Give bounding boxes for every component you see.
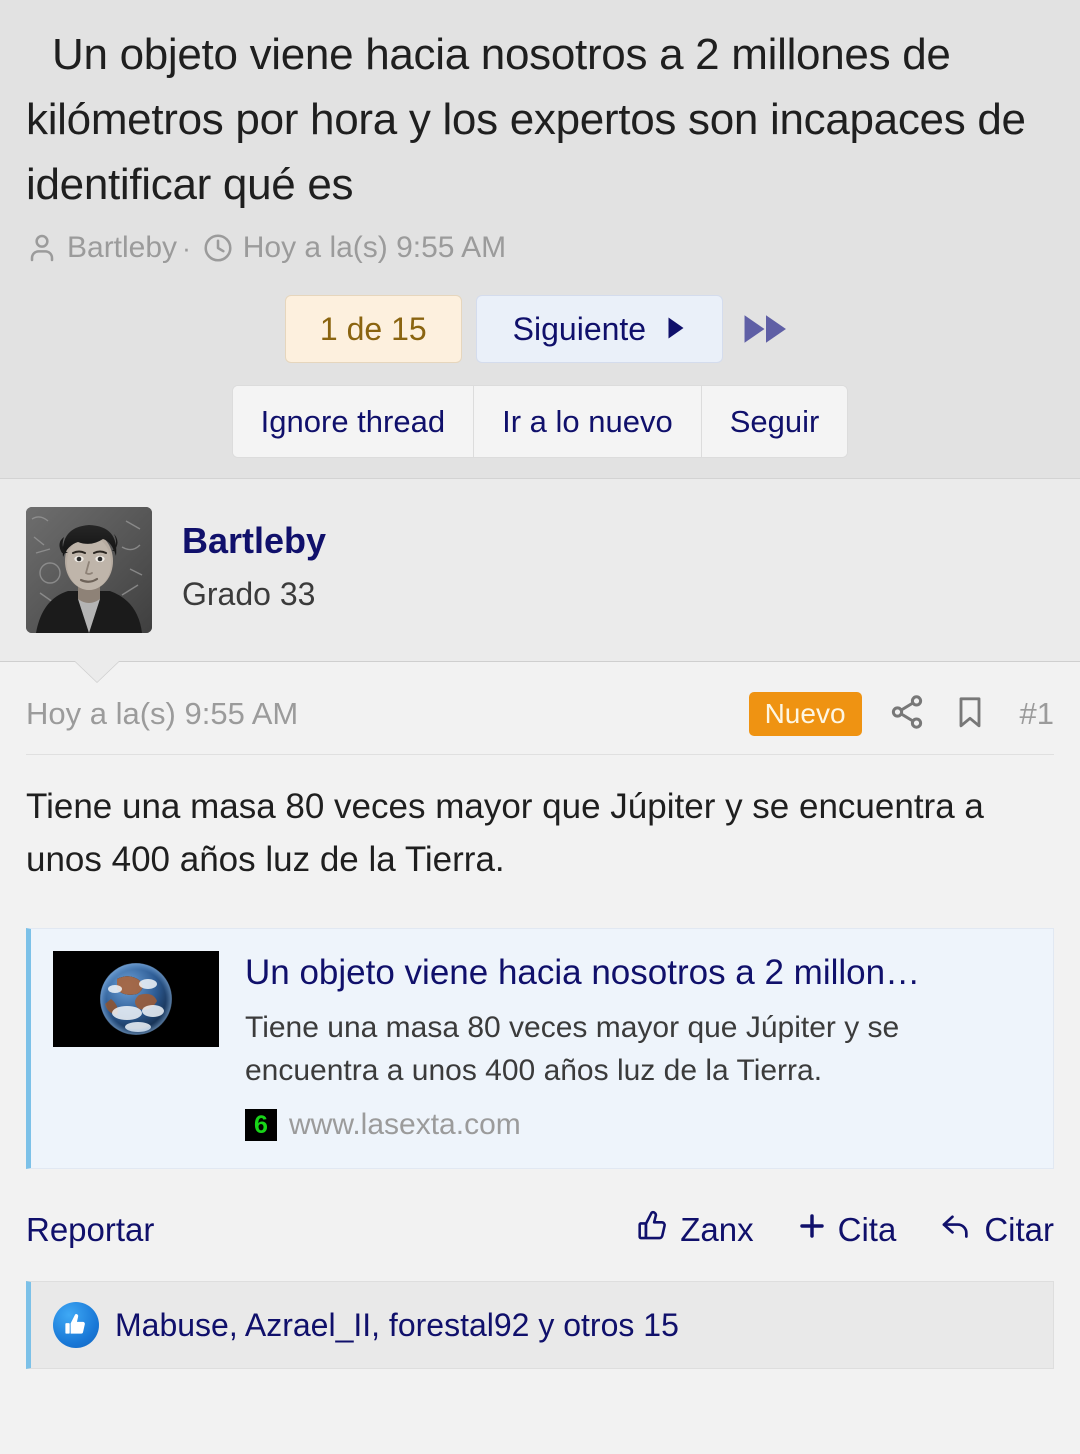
link-preview-title[interactable]: Un objeto viene hacia nosotros a 2 millo…	[245, 951, 1033, 995]
ignore-thread-button[interactable]: Ignore thread	[232, 386, 475, 458]
link-preview-description: Tiene una masa 80 veces mayor que Júpite…	[245, 1011, 900, 1087]
likes-text: Mabuse, Azrael_II, forestal92 y otros 15	[115, 1306, 679, 1343]
chevron-right-icon	[666, 313, 686, 345]
thread-header: Un objeto viene hacia nosotros a 2 millo…	[0, 0, 1080, 479]
thread-author[interactable]: Bartleby	[67, 231, 177, 265]
add-quote-label: Cita	[837, 1211, 897, 1249]
add-quote-button[interactable]: Cita	[796, 1210, 897, 1250]
likes-bar[interactable]: Mabuse, Azrael_II, forestal92 y otros 15	[26, 1281, 1054, 1370]
quote-button-label: Citar	[984, 1211, 1054, 1249]
thread-action-buttons: Ignore thread Ir a lo nuevo Seguir	[26, 385, 1054, 459]
report-button[interactable]: Reportar	[26, 1211, 154, 1249]
user-avatar-photo	[26, 507, 152, 634]
post-body: Tiene una masa 80 veces mayor que Júpite…	[26, 787, 984, 879]
post-actions-row: Reportar Zanx Cita Citar	[26, 1169, 1054, 1251]
clock-icon	[202, 232, 234, 264]
post-author-name[interactable]: Bartleby	[182, 517, 326, 566]
thumbs-up-icon	[636, 1209, 670, 1251]
page-title: Un objeto viene hacia nosotros a 2 millo…	[26, 30, 1026, 210]
post-author-rank: Grado 33	[182, 575, 316, 612]
like-button[interactable]: Zanx	[636, 1209, 754, 1251]
thread-byline: Bartleby · Hoy a la(s) 9:55 AM	[26, 231, 1054, 265]
post-number: #1	[1019, 696, 1054, 732]
plus-icon	[796, 1210, 828, 1250]
author-bar-notch	[75, 661, 119, 683]
earth-photo-thumbnail	[53, 951, 219, 1048]
post-author-bar: Bartleby Grado 33	[0, 478, 1080, 683]
person-icon	[26, 231, 58, 265]
like-button-label: Zanx	[680, 1211, 754, 1249]
post-author-meta: Bartleby Grado 33	[182, 507, 326, 613]
status-badge: Nuevo	[748, 692, 862, 737]
post-timestamp[interactable]: Hoy a la(s) 9:55 AM	[26, 696, 298, 732]
avatar[interactable]	[26, 507, 152, 634]
post-container: Hoy a la(s) 9:55 AM Nuevo #1 Tiene una m…	[0, 662, 1080, 1252]
link-preview-host-row: 6 www.lasexta.com	[245, 1108, 1033, 1142]
lasexta-favicon-icon: 6	[245, 1109, 277, 1142]
go-to-new-button[interactable]: Ir a lo nuevo	[474, 386, 702, 458]
link-preview-card[interactable]: Un objeto viene hacia nosotros a 2 millo…	[26, 928, 1054, 1170]
post-meta-row: Hoy a la(s) 9:55 AM Nuevo #1	[26, 662, 1054, 756]
link-thumbnail	[53, 951, 219, 1048]
reply-arrow-icon	[938, 1209, 974, 1251]
favicon-glyph: 6	[254, 1110, 268, 1139]
share-icon[interactable]	[888, 693, 926, 736]
next-page-label: Siguiente	[512, 311, 647, 348]
follow-button[interactable]: Seguir	[701, 386, 848, 458]
thread-timestamp: Hoy a la(s) 9:55 AM	[242, 231, 507, 265]
quote-button[interactable]: Citar	[938, 1209, 1054, 1251]
bookmark-icon[interactable]	[952, 693, 988, 736]
page-indicator-button[interactable]: 1 de 15	[284, 295, 462, 364]
fast-forward-icon[interactable]	[737, 313, 795, 345]
byline-separator: ·	[182, 232, 191, 263]
next-page-button[interactable]: Siguiente	[475, 295, 724, 364]
thread-nav-row: 1 de 15 Siguiente	[26, 295, 1054, 364]
link-preview-host: www.lasexta.com	[289, 1108, 521, 1142]
thumbs-up-filled-icon	[53, 1302, 99, 1349]
